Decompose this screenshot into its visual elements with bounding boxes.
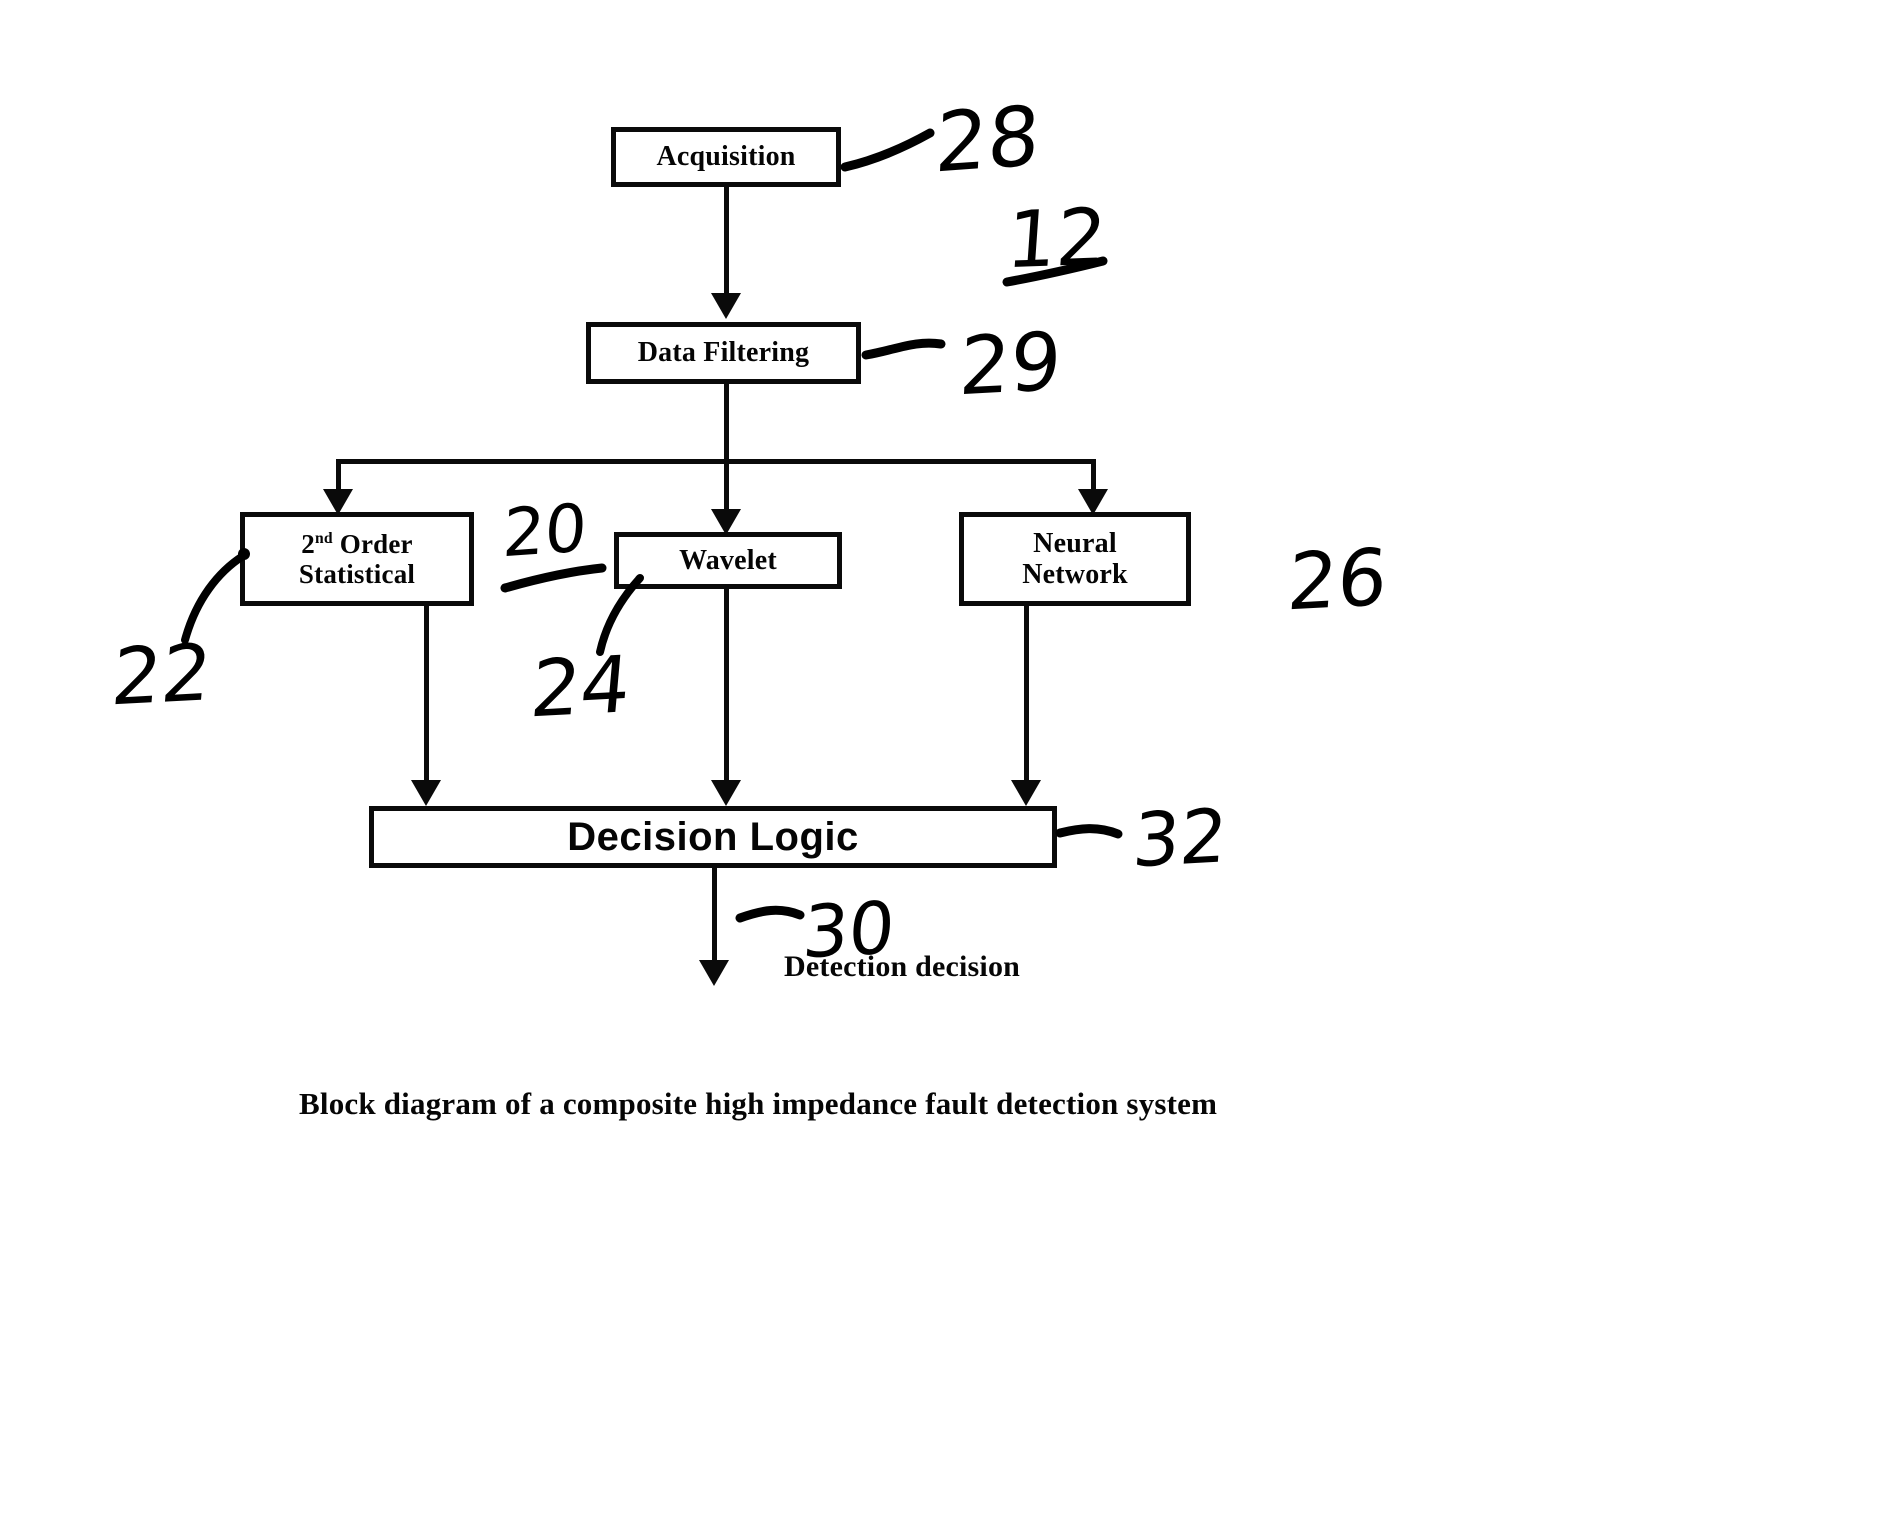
ref-numeral-29: 29: [957, 314, 1064, 414]
leader-22-dot: [238, 548, 250, 560]
ref-numeral-12: 12: [1003, 192, 1110, 287]
ref-numeral-22: 22: [108, 627, 216, 724]
leader-29: [861, 338, 946, 360]
leader-32: [1055, 824, 1123, 839]
ref-numeral-24: 24: [527, 639, 635, 736]
figure-canvas: Acquisition Data Filtering 2nd Order Sta…: [0, 0, 1896, 1533]
figure-caption: Block diagram of a composite high impeda…: [299, 1086, 1218, 1121]
ref-numeral-28: 28: [932, 88, 1043, 192]
ref-numeral-26: 26: [1284, 532, 1391, 629]
ref-numeral-20: 20: [500, 489, 589, 573]
leader-28: [840, 128, 935, 172]
output-label-detection-decision: Detection decision: [784, 950, 1021, 983]
leader-30: [735, 905, 805, 923]
ref-numeral-32: 32: [1129, 793, 1231, 885]
leader-lines: [181, 128, 1123, 923]
